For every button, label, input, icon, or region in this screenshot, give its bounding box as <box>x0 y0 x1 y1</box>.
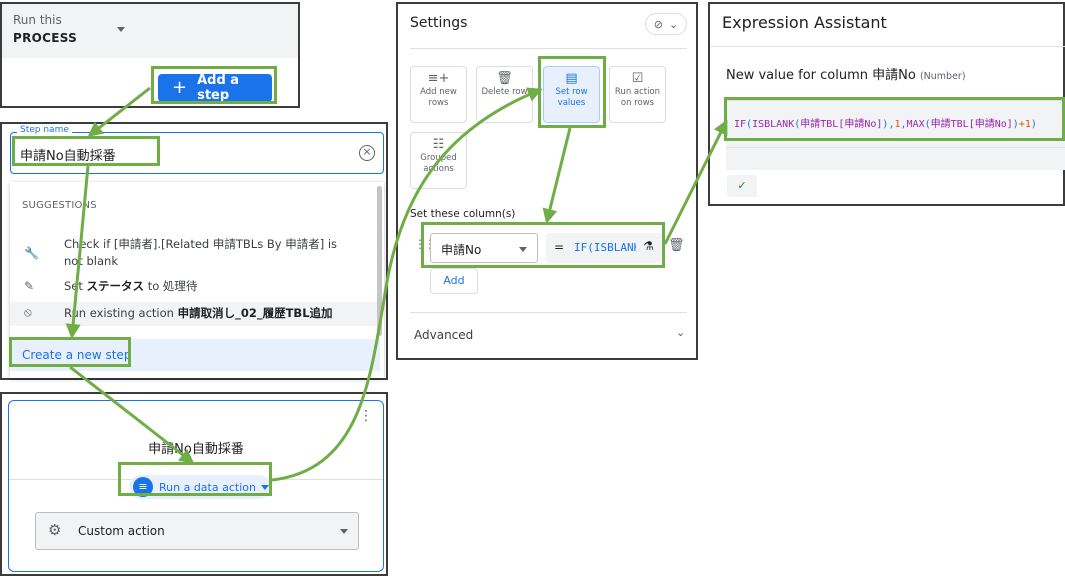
expression-code[interactable]: IF(ISBLANK(申請TBL[申請No]),1,MAX(申請TBL[申請No… <box>734 115 1037 130</box>
add-step-button[interactable]: + Add a step <box>158 73 272 103</box>
step-card-panel: ⋮ 申請No自動採番 ≡ Run a data action ⚙ Custom … <box>0 392 388 576</box>
tile-label: Add new rows <box>420 87 457 108</box>
chevron-down-icon <box>340 529 348 534</box>
tile-label: Grouped actions <box>420 153 457 174</box>
suggestion-text-after: to 処理待 <box>144 279 198 293</box>
step-card-title: 申請No自動採番 <box>148 442 244 457</box>
link-off-toggle[interactable]: ⊘ ⌄ <box>645 13 687 35</box>
expression-assistant-panel: Expression Assistant New value for colum… <box>708 2 1065 206</box>
add-rows-icon: ≡+ <box>427 71 450 86</box>
add-column-button[interactable]: Add <box>430 268 478 294</box>
tile-label: Run action on rows <box>614 87 661 108</box>
settings-panel: Settings ⊘ ⌄ ≡+ Add new rows 🗑 Delete ro… <box>396 2 698 360</box>
grouped-icon: ☷ <box>432 137 445 152</box>
run-this-select[interactable]: Run this PROCESS <box>2 4 298 58</box>
plus-icon: + <box>172 77 188 98</box>
action-type-select[interactable]: ⚙ Custom action <box>35 512 359 550</box>
settings-title: Settings <box>410 15 468 31</box>
divider <box>710 46 1065 47</box>
scrollbar[interactable] <box>377 186 382 336</box>
suggestion-item[interactable]: ✎ Set ステータス to 処理待 <box>10 278 380 298</box>
expression-field[interactable]: = IF(ISBLANK( ⚗ <box>546 233 662 263</box>
run-data-action-label: Run a data action <box>159 480 256 494</box>
suggestions-dropdown: SUGGESTIONS 🔧 Check if [申請者].[Related 申請… <box>10 182 384 378</box>
tile-label: Set row values <box>555 87 588 108</box>
suggestion-bold: 申請取消し_02_履歴TBL追加 <box>177 306 333 320</box>
divider <box>726 147 1065 148</box>
more-vert-icon[interactable]: ⋮ <box>359 408 373 424</box>
set-columns-label: Set these column(s) <box>410 208 516 220</box>
edit-icon: ✎ <box>24 279 35 293</box>
divider <box>410 48 687 49</box>
suggestion-text: Check if [申請者].[Related 申請TBLs By 申請者] i… <box>64 237 338 268</box>
tile-add-new-rows[interactable]: ≡+ Add new rows <box>410 66 467 123</box>
suggestion-text: Run existing action <box>64 306 178 320</box>
column-select-value: 申請No <box>441 243 482 257</box>
chevron-down-icon[interactable]: ⌄ <box>676 326 685 339</box>
form-icon: ▤ <box>565 71 578 86</box>
suggestion-item[interactable]: ⦸ Run existing action 申請取消し_02_履歴TBL追加 <box>10 302 380 326</box>
wrench-icon: 🔧 <box>24 246 39 260</box>
step-name-label: Step name <box>17 125 72 135</box>
tile-grouped-actions[interactable]: ☷ Grouped actions <box>410 132 467 189</box>
suggestions-title: SUGGESTIONS <box>22 200 97 211</box>
process-value: PROCESS <box>13 31 78 45</box>
tile-delete-row[interactable]: 🗑 Delete row <box>476 66 533 123</box>
run-this-label: Run this <box>13 13 62 27</box>
chevron-down-icon <box>260 484 269 490</box>
block-icon: ⦸ <box>24 305 32 319</box>
run-data-action-button[interactable]: ≡ Run a data action <box>129 475 271 499</box>
add-step-label: Add a step <box>197 73 240 103</box>
type-hint: (Number) <box>919 71 966 82</box>
clear-icon[interactable]: × <box>359 145 375 161</box>
tile-run-action-on-rows[interactable]: ☑ Run action on rows <box>609 66 666 123</box>
expression-preview: IF(ISBLANK( <box>574 241 636 254</box>
gear-icon: ⚙ <box>48 521 62 539</box>
suggestion-text: Set <box>64 279 87 293</box>
check-circle-icon[interactable]: ✓ <box>727 175 757 197</box>
tile-set-row-values[interactable]: ▤ Set row values <box>543 66 600 123</box>
column-select[interactable]: 申請No <box>430 233 538 263</box>
step-name-panel: Step name 申請No自動採番 × SUGGESTIONS 🔧 Check… <box>0 122 388 380</box>
flask-icon[interactable]: ⚗ <box>643 239 654 253</box>
expression-assistant-title: Expression Assistant <box>722 13 887 32</box>
tile-label: Delete row <box>481 87 528 97</box>
chevron-down-icon <box>519 247 527 252</box>
advanced-section[interactable]: Advanced <box>414 328 473 342</box>
suggestion-bold: ステータス <box>86 279 145 293</box>
suggestion-item[interactable]: 🔧 Check if [申請者].[Related 申請TBLs By 申請者]… <box>10 236 380 272</box>
new-value-label: New value for column 申請No <box>726 68 916 83</box>
action-type-label: Custom action <box>78 524 165 538</box>
link-off-icon: ⊘ <box>653 17 663 31</box>
chevron-down-icon: ⌄ <box>669 17 679 31</box>
chevron-down-icon <box>117 27 125 32</box>
data-action-icon: ≡ <box>133 477 153 497</box>
equals-sign: = <box>554 240 565 254</box>
create-new-step-item[interactable]: Create a new step <box>10 339 380 371</box>
create-new-step-label: Create a new step <box>22 348 132 362</box>
step-card: ⋮ 申請No自動採番 ≡ Run a data action ⚙ Custom … <box>8 400 384 572</box>
process-panel: Run this PROCESS + Add a step <box>0 2 300 108</box>
step-name-input[interactable]: 申請No自動採番 <box>20 145 116 164</box>
step-name-field[interactable]: Step name 申請No自動採番 × <box>10 125 384 174</box>
divider <box>410 312 687 313</box>
expression-editor[interactable]: IF(ISBLANK(申請TBL[申請No]),1,MAX(申請TBL[申請No… <box>726 100 1065 170</box>
trash-icon[interactable]: 🗑 <box>668 238 685 253</box>
trash-icon: 🗑 <box>496 71 513 86</box>
checklist-icon: ☑ <box>631 71 644 86</box>
